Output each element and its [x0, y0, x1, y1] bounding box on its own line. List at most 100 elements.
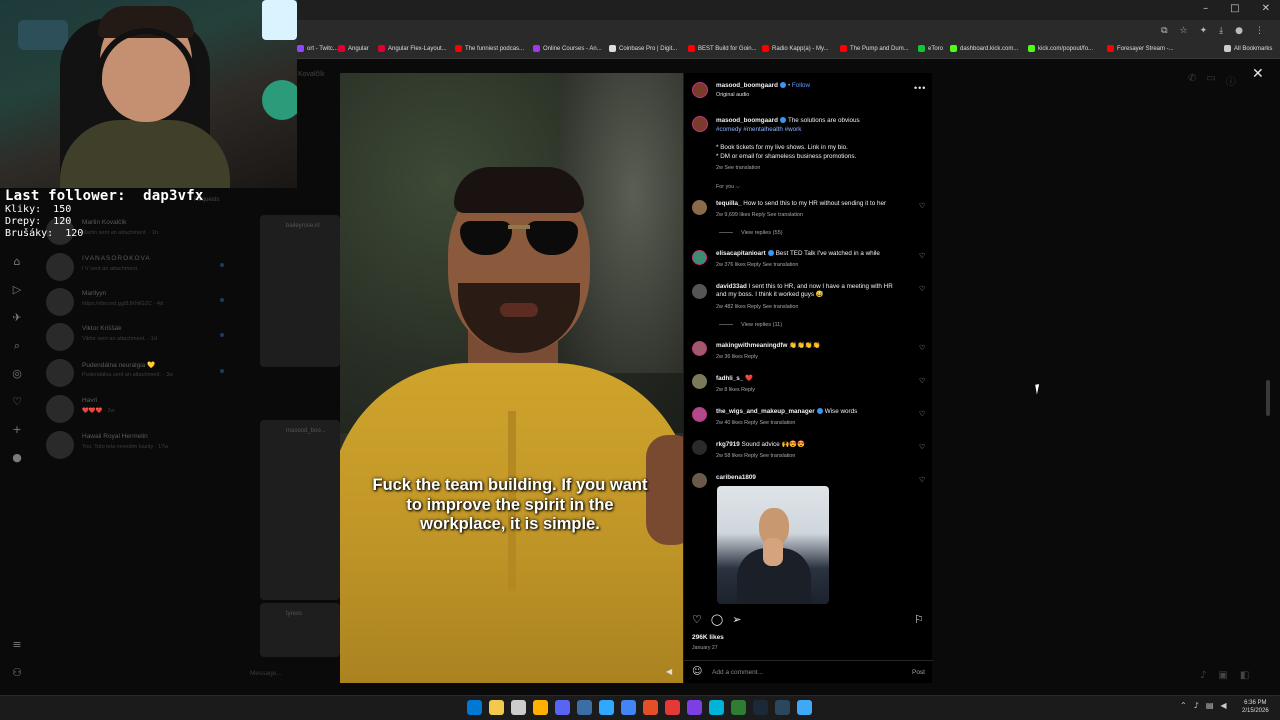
- shared-post-thumb[interactable]: masood_boo...: [260, 420, 340, 600]
- comment-meta[interactable]: 2w 482 likes Reply See translation: [716, 304, 798, 310]
- comment-heart-icon[interactable]: ♡: [919, 202, 925, 210]
- comment-heart-icon[interactable]: ♡: [919, 252, 925, 260]
- taskbar-app-icon[interactable]: [709, 700, 724, 715]
- cast-icon[interactable]: ⧉: [1161, 26, 1167, 36]
- bookmark-item[interactable]: Foresayer Stream -...: [1107, 45, 1174, 52]
- comment-meta[interactable]: 2w 36 likes Reply: [716, 354, 758, 360]
- post-button[interactable]: Post: [912, 669, 925, 676]
- bookmark-item[interactable]: Online Courses - An...: [533, 45, 602, 52]
- comment-heart-icon[interactable]: ♡: [919, 410, 925, 418]
- comment-avatar[interactable]: [692, 374, 707, 389]
- network-icon[interactable]: ▤: [1206, 701, 1214, 710]
- likes-count[interactable]: 296K likes: [692, 634, 724, 641]
- taskbar-app-icon[interactable]: [753, 700, 768, 715]
- search-icon[interactable]: ⌕: [8, 339, 26, 353]
- view-replies[interactable]: View replies (55): [719, 230, 783, 236]
- emoji-icon[interactable]: ☺: [692, 666, 702, 677]
- star-icon[interactable]: ☆: [1180, 26, 1188, 36]
- taskbar-app-icon[interactable]: [577, 700, 592, 715]
- more-options-icon[interactable]: •••: [914, 83, 926, 93]
- comment-heart-icon[interactable]: ♡: [919, 443, 925, 451]
- mute-icon[interactable]: ◀: [666, 667, 672, 676]
- comment-user[interactable]: caribena1809: [716, 474, 756, 481]
- dm-item[interactable]: Marllyyn https://discord.gg/8JKNtGZC · 4d: [46, 286, 236, 320]
- taskbar-app-icon[interactable]: [731, 700, 746, 715]
- messages-icon[interactable]: ✈: [8, 311, 26, 324]
- bookmark-item[interactable]: BEST Build for Goin...: [688, 45, 757, 52]
- comment-user[interactable]: makingwithmeaningdfw: [716, 342, 787, 349]
- caption-meta[interactable]: 2w See translation: [716, 165, 760, 171]
- taskbar-app-icon[interactable]: [687, 700, 702, 715]
- share-icon[interactable]: ➢: [732, 613, 741, 626]
- comment-user[interactable]: elisacapitanioart: [716, 250, 766, 257]
- heart-icon[interactable]: ♡: [8, 395, 26, 408]
- for-you-dropdown[interactable]: For you ⌵: [716, 184, 740, 191]
- taskbar-app-icon[interactable]: [489, 700, 504, 715]
- bookmark-item[interactable]: dashboard.kick.com...: [950, 45, 1018, 52]
- comment-heart-icon[interactable]: ♡: [919, 344, 925, 352]
- bookmark-item[interactable]: All Bookmarks: [1224, 45, 1272, 52]
- create-icon[interactable]: +: [8, 423, 26, 436]
- comment-avatar[interactable]: [692, 440, 707, 455]
- comment-meta[interactable]: 2w 376 likes Reply See translation: [716, 262, 798, 268]
- minimize-button[interactable]: –: [1203, 3, 1208, 14]
- scrollbar[interactable]: [1266, 380, 1270, 416]
- bookmark-item[interactable]: Radio Kapp(a) - My...: [762, 45, 829, 52]
- like-icon[interactable]: ♡: [692, 613, 702, 626]
- dm-item[interactable]: Hawaii Royal Hermelin You: Toto tela neve…: [46, 429, 236, 463]
- bookmark-item[interactable]: ort - Twitc...: [297, 45, 338, 52]
- bookmark-item[interactable]: Angular Flex-Layout...: [378, 45, 447, 52]
- author-avatar[interactable]: [692, 116, 708, 132]
- bookmark-item[interactable]: The Pump and Dum...: [840, 45, 909, 52]
- phone-icon[interactable]: ✆: [1188, 73, 1196, 88]
- audio-label[interactable]: Original audio: [716, 92, 749, 98]
- bookmark-item[interactable]: eToro: [918, 45, 943, 52]
- dm-item[interactable]: Havri ❤️❤️❤️ · 2w: [46, 393, 236, 427]
- threads-icon[interactable]: ⚇: [8, 666, 26, 679]
- taskbar-app-icon[interactable]: [467, 700, 482, 715]
- dm-item[interactable]: Pudendálna neuralgia 💛 Pudendálna sent an…: [46, 357, 236, 391]
- comment-icon[interactable]: ◯: [711, 613, 723, 626]
- comment-meta[interactable]: 2w 9,699 likes Reply See translation: [716, 212, 803, 218]
- taskbar-app-icon[interactable]: [533, 700, 548, 715]
- follow-link[interactable]: • Follow: [788, 82, 810, 89]
- bookmark-item[interactable]: kick.com/popout/fo...: [1028, 45, 1093, 52]
- comment-avatar[interactable]: [692, 473, 707, 488]
- taskbar-app-icon[interactable]: [511, 700, 526, 715]
- comment-user[interactable]: david33ad: [716, 283, 747, 290]
- download-icon[interactable]: ⤓: [1219, 26, 1223, 36]
- comment-user[interactable]: rkg7919: [716, 441, 740, 448]
- comment-meta[interactable]: 2w 8 likes Reply: [716, 387, 755, 393]
- comment-user[interactable]: tequilla_: [716, 200, 742, 207]
- comment-avatar[interactable]: [692, 341, 707, 356]
- video-call-icon[interactable]: ▭: [1206, 73, 1215, 88]
- clock[interactable]: 6:36 PM 2/15/2026: [1242, 699, 1269, 715]
- add-comment-input[interactable]: Add a comment...: [712, 669, 763, 676]
- profile-avatar-icon[interactable]: ●: [8, 451, 26, 464]
- message-input[interactable]: Message...: [250, 670, 282, 677]
- reel-video[interactable]: Fuck the team building. If you want to i…: [340, 73, 683, 683]
- taskbar-app-icon[interactable]: [599, 700, 614, 715]
- menu-icon[interactable]: ⋮: [1255, 26, 1264, 36]
- comment-avatar[interactable]: [692, 407, 707, 422]
- tray-chevron-icon[interactable]: ⌃: [1180, 701, 1187, 710]
- taskbar-app-icon[interactable]: [775, 700, 790, 715]
- taskbar-app-icon[interactable]: [643, 700, 658, 715]
- save-icon[interactable]: ⚐: [914, 613, 924, 626]
- comment-avatar[interactable]: [692, 200, 707, 215]
- sticker-icon[interactable]: ◧: [1240, 670, 1249, 681]
- comment-meta[interactable]: 2w 40 likes Reply See translation: [716, 420, 795, 426]
- dm-item[interactable]: IVANASOROKOVA I V sent an attachment.: [46, 251, 236, 285]
- shared-post-thumb[interactable]: baileyrose.irl: [260, 215, 340, 367]
- comment-meta[interactable]: 2w 58 likes Reply See translation: [716, 453, 795, 459]
- comment-avatar[interactable]: [692, 250, 707, 265]
- caption-hashtags[interactable]: #comedy #mentalhealth #work: [716, 126, 801, 134]
- explore-icon[interactable]: ◎: [8, 367, 26, 380]
- taskbar-app-icon[interactable]: [797, 700, 812, 715]
- comment-user[interactable]: fadhli_s_: [716, 375, 743, 382]
- view-replies[interactable]: View replies (11): [719, 322, 782, 328]
- caption-author[interactable]: masood_boomgaard: [716, 117, 778, 124]
- comment-heart-icon[interactable]: ♡: [919, 476, 925, 484]
- comment-heart-icon[interactable]: ♡: [919, 377, 925, 385]
- reels-icon[interactable]: ▷: [8, 283, 26, 296]
